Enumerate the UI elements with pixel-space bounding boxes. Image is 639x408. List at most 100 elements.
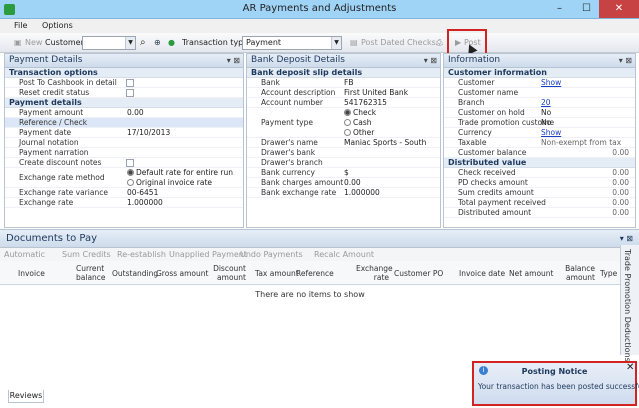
panel-controls-icon[interactable]: ▾ ⊠ [424, 54, 437, 67]
account-number-label: Account number [261, 98, 323, 107]
post-cashbook-checkbox[interactable] [126, 79, 134, 87]
calendar-icon: ▤ [350, 38, 358, 47]
posting-notice-popup: i Posting Notice ✕ Your transaction has … [472, 361, 639, 406]
radio-icon [344, 119, 351, 126]
sum-credits-button[interactable]: Sum Credits [62, 249, 111, 261]
menu-options[interactable]: Options [36, 19, 79, 33]
exchange-rate-label: Exchange rate [19, 198, 74, 207]
customer-show-link[interactable]: Show [541, 78, 561, 87]
bank-exchange-rate-field[interactable]: 1.000000 [344, 188, 380, 197]
panel-controls-icon[interactable]: ▾ ⊠ [619, 54, 632, 67]
trade-promotion-deductions-tab[interactable]: Trade Promotion Deductions [620, 245, 639, 362]
unapplied-payment-button[interactable]: Unapplied Payment [169, 249, 247, 261]
new-icon: ▣ [14, 38, 22, 47]
undo-payments-button[interactable]: Undo Payments [240, 249, 303, 261]
close-button[interactable]: ✕ [599, 0, 639, 18]
minimize-button[interactable]: – [546, 0, 573, 18]
documents-grid-header: Invoice Current balance Outstanding Gros… [0, 261, 620, 285]
account-number-field[interactable]: 541762315 [344, 98, 387, 107]
branch-link[interactable]: 20 [541, 98, 551, 107]
radio-icon [344, 109, 351, 116]
recalc-amount-button[interactable]: Recalc Amount [314, 249, 374, 261]
section-distributed-value: Distributed value [444, 158, 635, 168]
reset-credit-checkbox[interactable] [126, 89, 134, 97]
col-outstanding[interactable]: Outstanding [112, 269, 158, 278]
payment-date-field[interactable]: 17/10/2013 [127, 128, 170, 137]
check-received-value: 0.00 [612, 168, 629, 177]
transaction-type-label: Transaction type: [182, 38, 251, 47]
col-invoice-date[interactable]: Invoice date [459, 269, 505, 278]
col-customer-po[interactable]: Customer PO [394, 269, 443, 278]
documents-header: Documents to Pay ▾ ⊠ [0, 230, 639, 248]
reset-credit-label: Reset credit status [19, 88, 90, 97]
exchange-rate-method-label: Exchange rate method [19, 173, 105, 182]
radio-other[interactable]: Other [344, 128, 374, 137]
radio-cash[interactable]: Cash [344, 118, 372, 127]
distributed-amount-label: Distributed amount [458, 208, 532, 217]
customer-label: Customer [458, 78, 495, 87]
radio-default-rate[interactable]: Default rate for entire run [127, 168, 233, 177]
drawers-name-field[interactable]: Maniac Sports - South [344, 138, 426, 147]
create-discount-label: Create discount notes [19, 158, 102, 167]
col-reference[interactable]: Reference [296, 269, 334, 278]
journal-notation-label: Journal notation [19, 138, 79, 147]
trade-promotion-value: No [541, 118, 552, 127]
taxable-label: Taxable [458, 138, 487, 147]
account-description-field[interactable]: First United Bank [344, 88, 408, 97]
bank-field[interactable]: FB [344, 78, 353, 87]
search-icon[interactable]: ⌕ [140, 37, 146, 48]
panel-header: Information ▾ ⊠ [444, 54, 635, 68]
panel-title: Information [448, 55, 501, 65]
bank-charges-field[interactable]: 0.00 [344, 178, 361, 187]
customer-on-hold-value: No [541, 108, 552, 117]
radio-icon [127, 179, 134, 186]
currency-show-link[interactable]: Show [541, 128, 561, 137]
col-exchange-rate[interactable]: Exchange rate [356, 264, 393, 282]
col-tax-amount[interactable]: Tax amount [255, 269, 299, 278]
col-balance-amount[interactable]: Balance amount [565, 264, 595, 282]
bank-currency-field[interactable]: $ [344, 168, 349, 177]
zoom-icon[interactable]: ⊕ [154, 37, 161, 49]
print-icon[interactable]: ⎙ [436, 37, 442, 49]
automatic-button[interactable]: Automatic [4, 249, 45, 261]
section-transaction-options: Transaction options [5, 68, 243, 78]
radio-check[interactable]: Check [344, 108, 376, 117]
col-invoice[interactable]: Invoice [18, 269, 45, 278]
close-icon[interactable]: ✕ [626, 362, 634, 373]
chevron-down-icon[interactable]: ▼ [331, 37, 341, 49]
panel-title: Bank Deposit Details [251, 55, 345, 65]
menu-file[interactable]: File [8, 19, 33, 33]
refresh-icon[interactable]: ● [168, 37, 175, 49]
exchange-rate-field[interactable]: 1.000000 [127, 198, 163, 207]
panel-controls-icon[interactable]: ▾ ⊠ [227, 54, 240, 67]
col-gross-amount[interactable]: Gross amount [156, 269, 208, 278]
col-type[interactable]: Type [600, 269, 617, 278]
col-current-balance[interactable]: Current balance [76, 264, 106, 282]
payment-amount-field[interactable]: 0.00 [127, 108, 144, 117]
pd-checks-label: PD checks amount [458, 178, 528, 187]
reviews-tab[interactable]: Reviews [8, 390, 44, 403]
notice-message: Your transaction has been posted success… [478, 382, 639, 391]
radio-original-rate-label: Original invoice rate [136, 178, 213, 187]
radio-original-rate[interactable]: Original invoice rate [127, 178, 212, 187]
exchange-rate-variance-field[interactable]: 00-6451 [127, 188, 158, 197]
main-toolbar: ▣ New Customer: ▼ ⌕ ⊕ ● Transaction type… [0, 33, 639, 53]
create-discount-checkbox[interactable] [126, 159, 134, 167]
transaction-type-combo[interactable]: Payment ▼ [242, 36, 342, 50]
customer-combo[interactable]: ▼ [82, 36, 136, 50]
post-dated-checks-button[interactable]: Post Dated Checks... [361, 37, 443, 49]
panel-header: Bank Deposit Details ▾ ⊠ [247, 54, 440, 68]
trade-promotion-label: Trade promotion custome [458, 118, 555, 127]
col-discount-amount[interactable]: Discount amount [210, 264, 246, 282]
sum-credits-label: Sum credits amount [458, 188, 534, 197]
section-customer-information: Customer information [444, 68, 635, 78]
re-establish-button[interactable]: Re-establish [117, 249, 166, 261]
panel-header: Payment Details ▾ ⊠ [5, 54, 243, 68]
col-net-amount[interactable]: Net amount [509, 269, 554, 278]
total-payment-value: 0.00 [612, 198, 629, 207]
currency-label: Currency [458, 128, 492, 137]
new-button[interactable]: New [25, 37, 42, 49]
maximize-button[interactable]: ☐ [573, 0, 600, 18]
payment-date-label: Payment date [19, 128, 72, 137]
chevron-down-icon[interactable]: ▼ [125, 37, 135, 49]
